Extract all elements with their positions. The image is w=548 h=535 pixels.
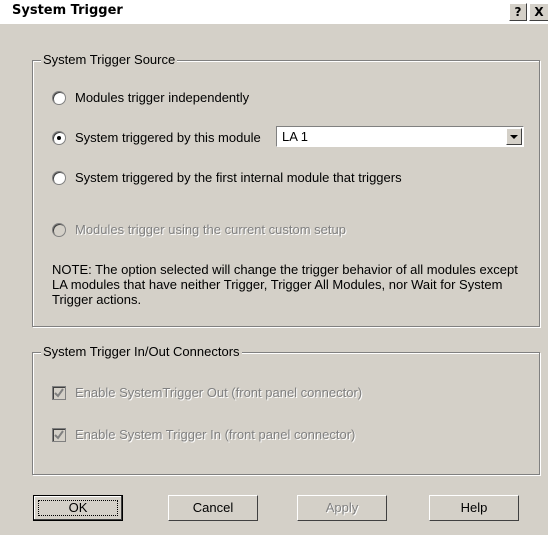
radio-button bbox=[52, 222, 66, 237]
module-select-value: LA 1 bbox=[282, 129, 309, 144]
module-select[interactable]: LA 1 bbox=[276, 126, 524, 147]
radio-button[interactable] bbox=[52, 170, 66, 185]
checkbox-label: Enable System Trigger In (front panel co… bbox=[75, 427, 356, 442]
radio-label: Modules trigger independently bbox=[75, 90, 250, 105]
radio-button[interactable] bbox=[52, 130, 66, 145]
help-label: Help bbox=[460, 500, 488, 515]
checkbox-label: Enable SystemTrigger Out (front panel co… bbox=[75, 385, 363, 400]
checkbox-trigger-out: Enable SystemTrigger Out (front panel co… bbox=[52, 385, 362, 400]
system-trigger-connectors-group: System Trigger In/Out Connectors bbox=[32, 344, 540, 475]
system-trigger-dialog: System Trigger ? X System Trigger Source… bbox=[0, 0, 548, 535]
close-icon[interactable]: X bbox=[529, 3, 548, 21]
help-icon[interactable]: ? bbox=[509, 3, 527, 21]
help-button[interactable]: Help bbox=[429, 495, 519, 521]
radio-first-internal-module[interactable]: System triggered by the first internal m… bbox=[52, 170, 402, 185]
trigger-note: NOTE: The option selected will change th… bbox=[52, 262, 518, 307]
chevron-down-icon[interactable] bbox=[506, 128, 522, 145]
apply-button: Apply bbox=[297, 495, 387, 521]
radio-custom-setup: Modules trigger using the current custom… bbox=[52, 222, 346, 237]
cancel-button[interactable]: Cancel bbox=[168, 495, 258, 521]
title-bar: System Trigger ? X bbox=[0, 0, 548, 24]
radio-label: System triggered by the first internal m… bbox=[75, 170, 402, 185]
radio-modules-independently[interactable]: Modules trigger independently bbox=[52, 90, 249, 105]
focus-rect bbox=[38, 500, 118, 516]
radio-label: System triggered by this module bbox=[75, 130, 261, 145]
ok-button[interactable]: OK bbox=[33, 495, 123, 521]
radio-label: Modules trigger using the current custom… bbox=[75, 222, 346, 237]
checkbox bbox=[52, 427, 66, 442]
checkbox bbox=[52, 385, 66, 400]
window-title: System Trigger bbox=[12, 3, 123, 18]
group-legend: System Trigger In/Out Connectors bbox=[41, 344, 242, 359]
cancel-label: Cancel bbox=[192, 500, 234, 515]
checkbox-trigger-in: Enable System Trigger In (front panel co… bbox=[52, 427, 355, 442]
group-legend: System Trigger Source bbox=[41, 52, 178, 67]
radio-button[interactable] bbox=[52, 90, 66, 105]
apply-label: Apply bbox=[325, 500, 359, 515]
radio-triggered-by-this-module[interactable]: System triggered by this module bbox=[52, 130, 261, 145]
